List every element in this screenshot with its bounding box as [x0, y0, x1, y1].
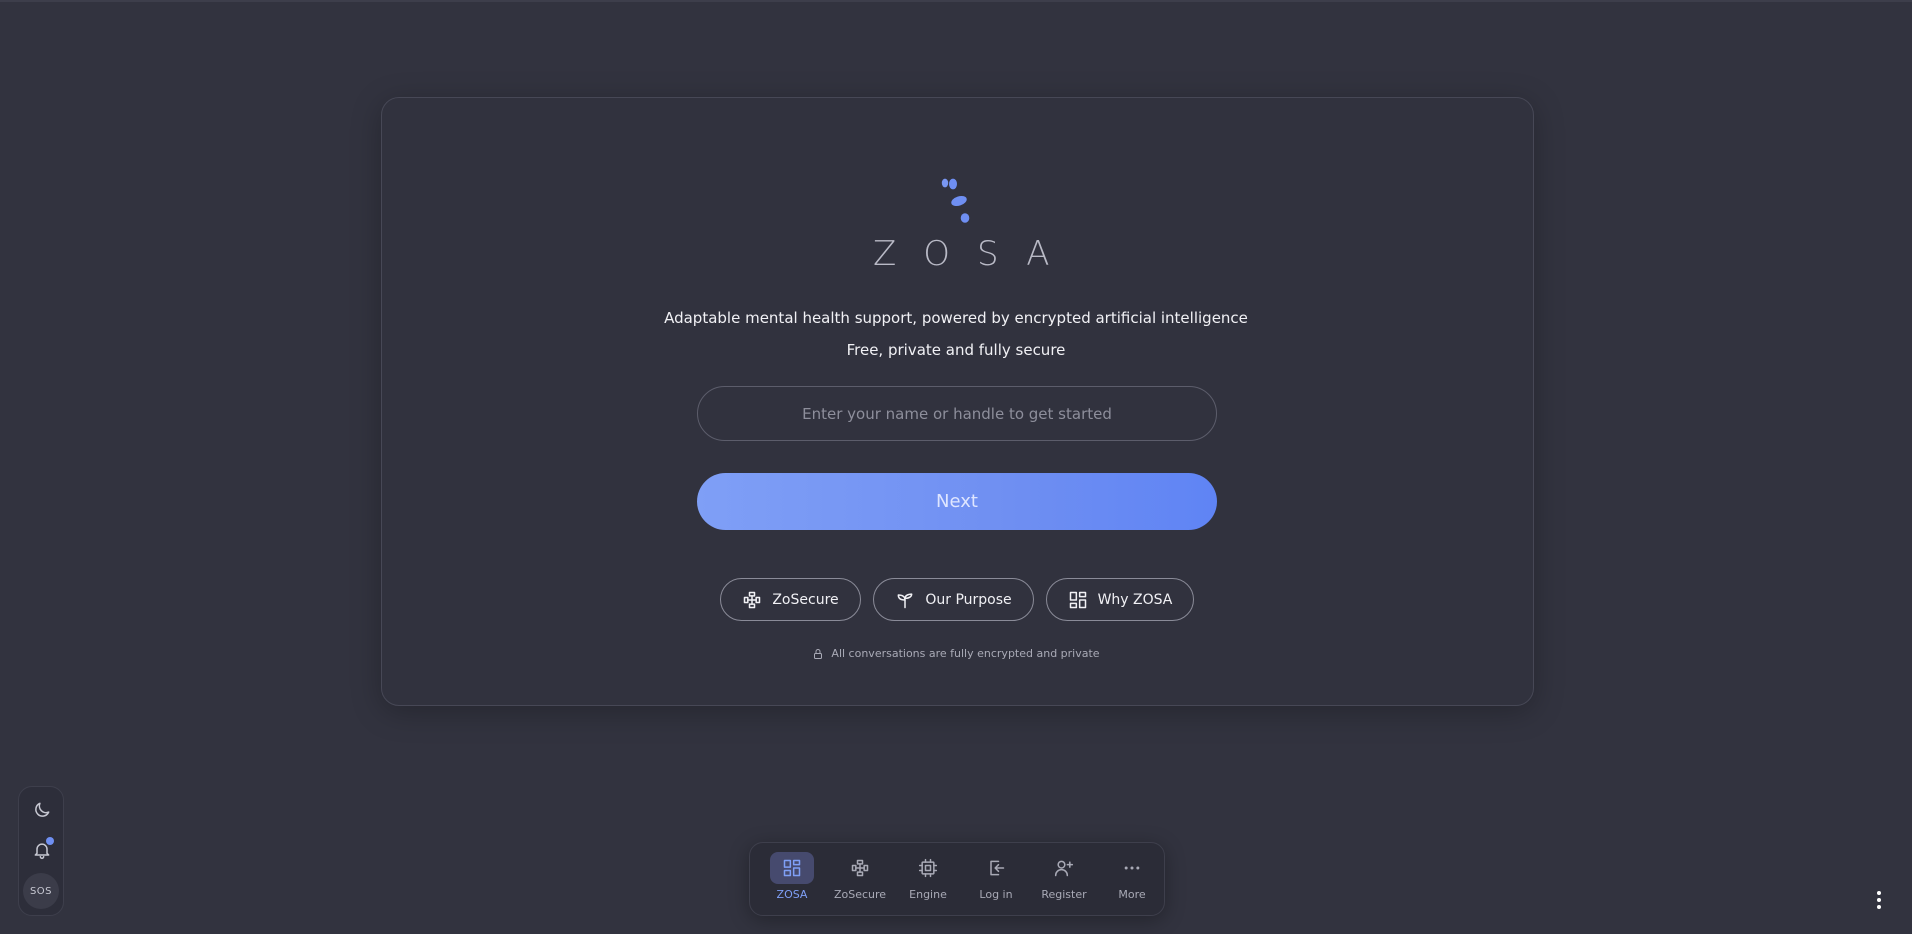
- encryption-note: All conversations are fully encrypted an…: [0, 647, 1912, 660]
- kebab-dot: [1877, 891, 1881, 895]
- nav-icon-bg: [1042, 852, 1086, 884]
- name-input[interactable]: [697, 386, 1217, 441]
- our-purpose-link-label: Our Purpose: [925, 591, 1012, 608]
- nav-label-register: Register: [1041, 888, 1087, 901]
- nav-item-login[interactable]: Log in: [963, 852, 1029, 908]
- nav-icon-bg: [770, 852, 814, 884]
- bottom-nav: ZOSA ZoSecure Engine Log in Register Mor…: [749, 842, 1165, 916]
- our-purpose-link-button[interactable]: Our Purpose: [873, 578, 1034, 621]
- theme-toggle-button[interactable]: [27, 795, 57, 825]
- nav-label-engine: Engine: [909, 888, 947, 901]
- grid-icon: [1069, 591, 1086, 608]
- kebab-menu-icon[interactable]: [1872, 888, 1886, 912]
- why-zosa-link-label: Why ZOSA: [1097, 591, 1173, 608]
- tagline: Adaptable mental health support, powered…: [664, 309, 1248, 327]
- top-border: [0, 0, 1912, 2]
- notification-dot: [46, 837, 54, 845]
- nav-icon-bg: [974, 852, 1018, 884]
- logo-wordmark: ZOSA: [873, 234, 1077, 274]
- nav-item-zosecure[interactable]: ZoSecure: [827, 852, 893, 908]
- logo-mark-icon: [941, 178, 970, 223]
- why-zosa-link-button[interactable]: Why ZOSA: [1046, 578, 1194, 621]
- nav-label-zosecure: ZoSecure: [833, 888, 887, 901]
- zosecure-icon: [744, 591, 761, 608]
- nav-label-login: Log in: [979, 888, 1013, 901]
- kebab-dot: [1877, 905, 1881, 909]
- sos-button[interactable]: SOS: [23, 873, 59, 909]
- kebab-dot: [1877, 898, 1881, 902]
- nav-item-more[interactable]: More: [1099, 852, 1165, 908]
- nav-label-more: More: [1118, 888, 1146, 901]
- nav-icon-bg: [838, 852, 882, 884]
- login-icon: [990, 860, 1005, 876]
- nav-item-zosa[interactable]: ZOSA: [759, 852, 825, 908]
- user-plus-icon: [1054, 860, 1074, 877]
- next-button[interactable]: Next: [697, 473, 1217, 530]
- side-dock: SOS: [18, 786, 64, 916]
- subtagline: Free, private and fully secure: [846, 341, 1066, 359]
- more-icon: [1124, 866, 1140, 870]
- cpu-icon: [918, 858, 938, 878]
- notifications-button[interactable]: [27, 835, 57, 865]
- zosecure-link-button[interactable]: ZoSecure: [720, 578, 861, 621]
- dashboard-icon: [783, 859, 801, 877]
- zosecure-icon: [851, 859, 869, 877]
- nav-label-zosa: ZOSA: [776, 888, 808, 901]
- sprout-icon: [897, 592, 913, 608]
- zosecure-link-label: ZoSecure: [772, 591, 839, 608]
- nav-icon-bg: [906, 852, 950, 884]
- lock-icon: [814, 648, 823, 659]
- moon-icon: [35, 802, 50, 817]
- nav-item-register[interactable]: Register: [1031, 852, 1097, 908]
- encryption-note-text: All conversations are fully encrypted an…: [831, 647, 1100, 660]
- nav-item-engine[interactable]: Engine: [895, 852, 961, 908]
- nav-icon-bg: [1110, 852, 1154, 884]
